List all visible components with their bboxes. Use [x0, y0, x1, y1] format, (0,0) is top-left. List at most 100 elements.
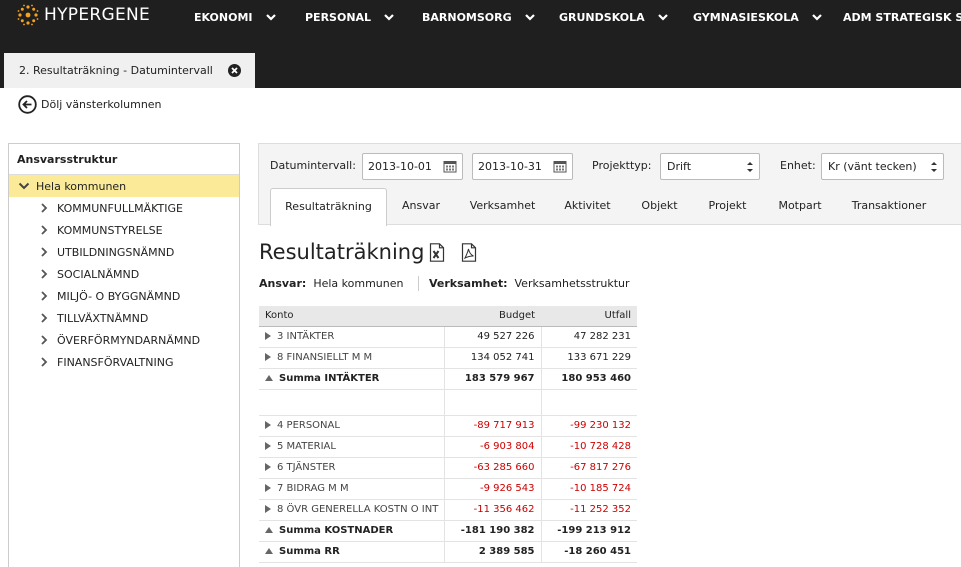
collapse-row-icon[interactable] — [265, 527, 273, 533]
tree-item-root[interactable]: Hela kommunen — [9, 175, 239, 197]
chevron-down-icon — [657, 14, 668, 21]
tab-motpart[interactable]: Motpart — [770, 188, 830, 225]
column-header-budget[interactable]: Budget — [444, 306, 542, 327]
nav-label: EKONOMI — [194, 10, 253, 24]
row-konto: Summa RR — [259, 541, 445, 563]
nav-personal[interactable]: PERSONAL — [305, 8, 395, 26]
tab-projekt[interactable]: Projekt — [700, 188, 755, 225]
row-konto-label: 6 TJÄNSTER — [277, 462, 336, 473]
tree-item-label: TILLVÄXTNÄMND — [57, 311, 149, 325]
table-row-sum[interactable]: Summa KOSTNADER -181 190 382 -199 213 91… — [259, 520, 637, 542]
row-budget: 134 052 741 — [444, 347, 542, 369]
project-type-select[interactable]: Drift — [660, 153, 760, 180]
hide-left-column-label: Dölj vänsterkolumnen — [41, 97, 162, 111]
row-budget: 49 527 226 — [444, 326, 542, 348]
table-row[interactable]: 7 BIDRAG M M -9 926 543 -10 185 724 — [259, 478, 637, 500]
row-utfall: 47 282 231 — [540, 326, 637, 348]
close-icon[interactable] — [228, 64, 241, 77]
hide-left-column-button[interactable]: Dölj vänsterkolumnen — [18, 94, 162, 114]
document-tab[interactable]: 2. Resultaträkning - Datumintervall — [4, 53, 255, 88]
date-to-input[interactable]: 2013-10-31 — [472, 153, 573, 180]
tab-label: Resultaträkning — [285, 200, 372, 213]
chevron-right-icon — [41, 335, 48, 345]
tree-item[interactable]: MILJÖ- O BYGGNÄMND — [9, 285, 239, 307]
tree-item-label: Hela kommunen — [36, 179, 127, 193]
tab-verksamhet[interactable]: Verksamhet — [460, 188, 545, 225]
chevron-right-icon — [41, 269, 48, 279]
column-header-utfall[interactable]: Utfall — [541, 306, 637, 327]
chevron-down-icon — [384, 14, 394, 21]
nav-label: GRUNDSKOLA — [559, 10, 645, 24]
tab-resultatrakning[interactable]: Resultaträkning — [270, 188, 387, 226]
row-budget: 183 579 967 — [444, 368, 542, 390]
expand-row-icon[interactable] — [265, 484, 271, 492]
table-row[interactable]: 4 PERSONAL -89 717 913 -99 230 132 — [259, 415, 637, 437]
tree-item[interactable]: SOCIALNÄMND — [9, 263, 239, 285]
row-budget: -63 285 660 — [444, 457, 542, 479]
nav-grundskola[interactable]: GRUNDSKOLA — [559, 8, 669, 26]
unit-select[interactable]: Kr (vänt tecken) — [821, 153, 944, 180]
date-to-value: 2013-10-31 — [478, 160, 542, 173]
row-konto-label: Summa RR — [279, 546, 340, 557]
nav-barnomsorg[interactable]: BARNOMSORG — [422, 8, 536, 26]
collapse-row-icon[interactable] — [265, 375, 273, 381]
tree-item-label: MILJÖ- O BYGGNÄMND — [57, 289, 181, 303]
pdf-export-icon[interactable] — [461, 243, 477, 262]
tree-item[interactable]: KOMMUNSTYRELSE — [9, 219, 239, 241]
report-title: Resultaträkning — [259, 240, 425, 264]
tree-item[interactable]: FINANSFÖRVALTNING — [9, 351, 239, 373]
table-row[interactable]: 5 MATERIAL -6 903 804 -10 728 428 — [259, 436, 637, 458]
tree-item-label: KOMMUNSTYRELSE — [57, 223, 163, 237]
project-type-value: Drift — [667, 160, 692, 173]
chevron-right-icon — [41, 357, 48, 367]
nav-adm-strategisk[interactable]: ADM STRATEGISK STYR — [843, 8, 961, 26]
table-row[interactable]: 8 ÖVR GENERELLA KOSTN O INT -11 356 462 … — [259, 499, 637, 521]
logo[interactable]: HYPERGENE — [17, 3, 150, 27]
row-konto: Summa KOSTNADER — [259, 520, 445, 542]
row-konto-label: 8 FINANSIELLT M M — [277, 352, 373, 363]
tab-aktivitet[interactable]: Aktivitet — [555, 188, 620, 225]
table-row-sum[interactable]: Summa RR 2 389 585 -18 260 451 — [259, 541, 637, 563]
tab-label: Objekt — [641, 199, 678, 212]
table-row[interactable]: 3 INTÄKTER 49 527 226 47 282 231 — [259, 326, 637, 348]
tree-item-label: UTBILDNINGSNÄMND — [57, 245, 175, 259]
chevron-right-icon — [41, 313, 48, 323]
excel-export-icon[interactable] — [429, 243, 445, 262]
collapse-row-icon[interactable] — [265, 548, 273, 554]
row-konto-label: 8 ÖVR GENERELLA KOSTN O INT — [277, 504, 439, 515]
select-arrows-icon — [747, 162, 753, 172]
tab-label: Transaktioner — [851, 199, 927, 212]
expand-row-icon[interactable] — [265, 442, 271, 450]
row-konto: 5 MATERIAL — [259, 436, 445, 458]
tab-transaktioner[interactable]: Transaktioner — [844, 188, 934, 225]
table-row[interactable]: 6 TJÄNSTER -63 285 660 -67 817 276 — [259, 457, 637, 479]
tab-objekt[interactable]: Objekt — [632, 188, 687, 225]
expand-row-icon[interactable] — [265, 353, 271, 361]
chevron-right-icon — [41, 203, 48, 213]
tree-item[interactable]: TILLVÄXTNÄMND — [9, 307, 239, 329]
calendar-icon[interactable] — [443, 159, 457, 173]
nav-label: BARNOMSORG — [422, 10, 512, 24]
row-utfall: -67 817 276 — [540, 457, 637, 479]
row-konto-label: Summa KOSTNADER — [279, 525, 394, 536]
table-row-sum[interactable]: Summa INTÄKTER 183 579 967 180 953 460 — [259, 368, 637, 390]
expand-row-icon[interactable] — [265, 505, 271, 513]
nav-gymnasieskola[interactable]: GYMNASIESKOLA — [693, 8, 823, 26]
table-row[interactable]: 8 FINANSIELLT M M 134 052 741 133 671 22… — [259, 347, 637, 369]
date-from-input[interactable]: 2013-10-01 — [362, 153, 463, 180]
expand-row-icon[interactable] — [265, 463, 271, 471]
nav-label: PERSONAL — [305, 10, 372, 24]
nav-ekonomi[interactable]: EKONOMI — [194, 8, 277, 26]
row-konto: 7 BIDRAG M M — [259, 478, 445, 500]
row-utfall: -199 213 912 — [540, 520, 637, 542]
tree-item[interactable]: UTBILDNINGSNÄMND — [9, 241, 239, 263]
tree-item[interactable]: ÖVERFÖRMYNDARNÄMND — [9, 329, 239, 351]
expand-row-icon[interactable] — [265, 421, 271, 429]
calendar-icon[interactable] — [553, 159, 567, 173]
expand-row-icon[interactable] — [265, 332, 271, 340]
column-header-konto[interactable]: Konto — [259, 306, 445, 327]
tree-item[interactable]: KOMMUNFULLMÄKTIGE — [9, 197, 239, 219]
meta-verksamhet-label: Verksamhet: — [429, 277, 508, 290]
tab-ansvar[interactable]: Ansvar — [392, 188, 450, 225]
chevron-right-icon — [41, 247, 48, 257]
